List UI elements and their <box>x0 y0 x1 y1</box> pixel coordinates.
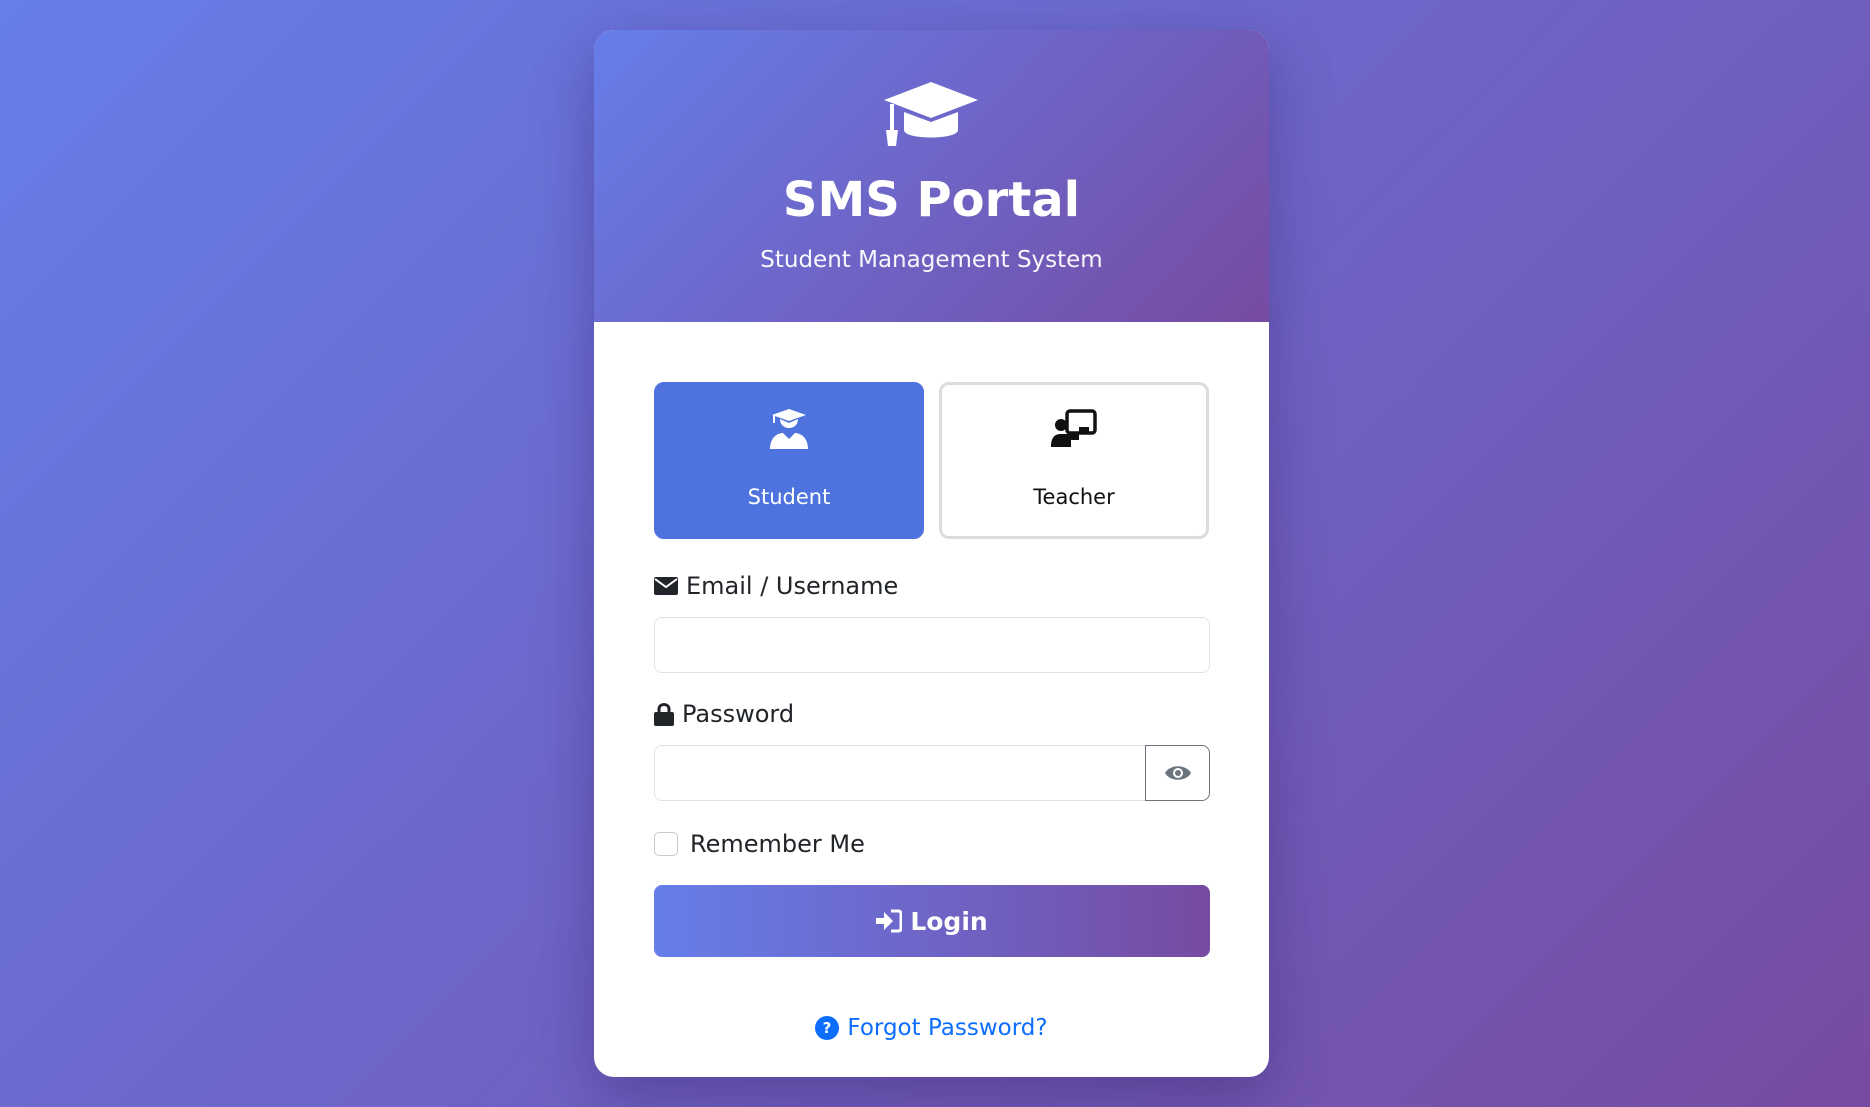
email-label-text: Email / Username <box>686 572 899 600</box>
eye-icon <box>1164 766 1191 780</box>
user-graduate-icon <box>770 409 808 449</box>
role-student-button[interactable]: Student <box>654 382 924 539</box>
remember-me-label: Remember Me <box>690 830 865 858</box>
login-button-label: Login <box>910 906 988 936</box>
chalkboard-teacher-icon <box>1051 409 1097 447</box>
toggle-password-button[interactable] <box>1145 745 1210 801</box>
question-circle-icon: ? <box>815 1016 840 1040</box>
forgot-password-label: Forgot Password? <box>847 1015 1048 1041</box>
password-label: Password <box>654 700 794 728</box>
graduation-cap-icon <box>884 82 978 146</box>
page-subtitle: Student Management System <box>760 247 1103 273</box>
email-label: Email / Username <box>654 572 898 600</box>
sign-in-icon <box>876 909 903 933</box>
remember-me-checkbox[interactable] <box>654 832 678 856</box>
role-student-label: Student <box>747 485 831 509</box>
role-teacher-button[interactable]: Teacher <box>939 382 1209 539</box>
login-card: SMS Portal Student Management System Stu… <box>594 30 1269 1077</box>
envelope-icon <box>654 577 678 595</box>
role-teacher-label: Teacher <box>1033 485 1115 509</box>
lock-icon <box>654 702 674 726</box>
card-header: SMS Portal Student Management System <box>594 30 1269 322</box>
login-button[interactable]: Login <box>654 885 1210 957</box>
page-title: SMS Portal <box>782 172 1081 228</box>
password-input[interactable] <box>654 745 1146 801</box>
email-input[interactable] <box>654 617 1210 673</box>
password-label-text: Password <box>682 700 795 728</box>
remember-me: Remember Me <box>654 830 865 858</box>
svg-text:?: ? <box>823 1019 832 1037</box>
forgot-password-link[interactable]: ? Forgot Password? <box>594 1015 1269 1041</box>
